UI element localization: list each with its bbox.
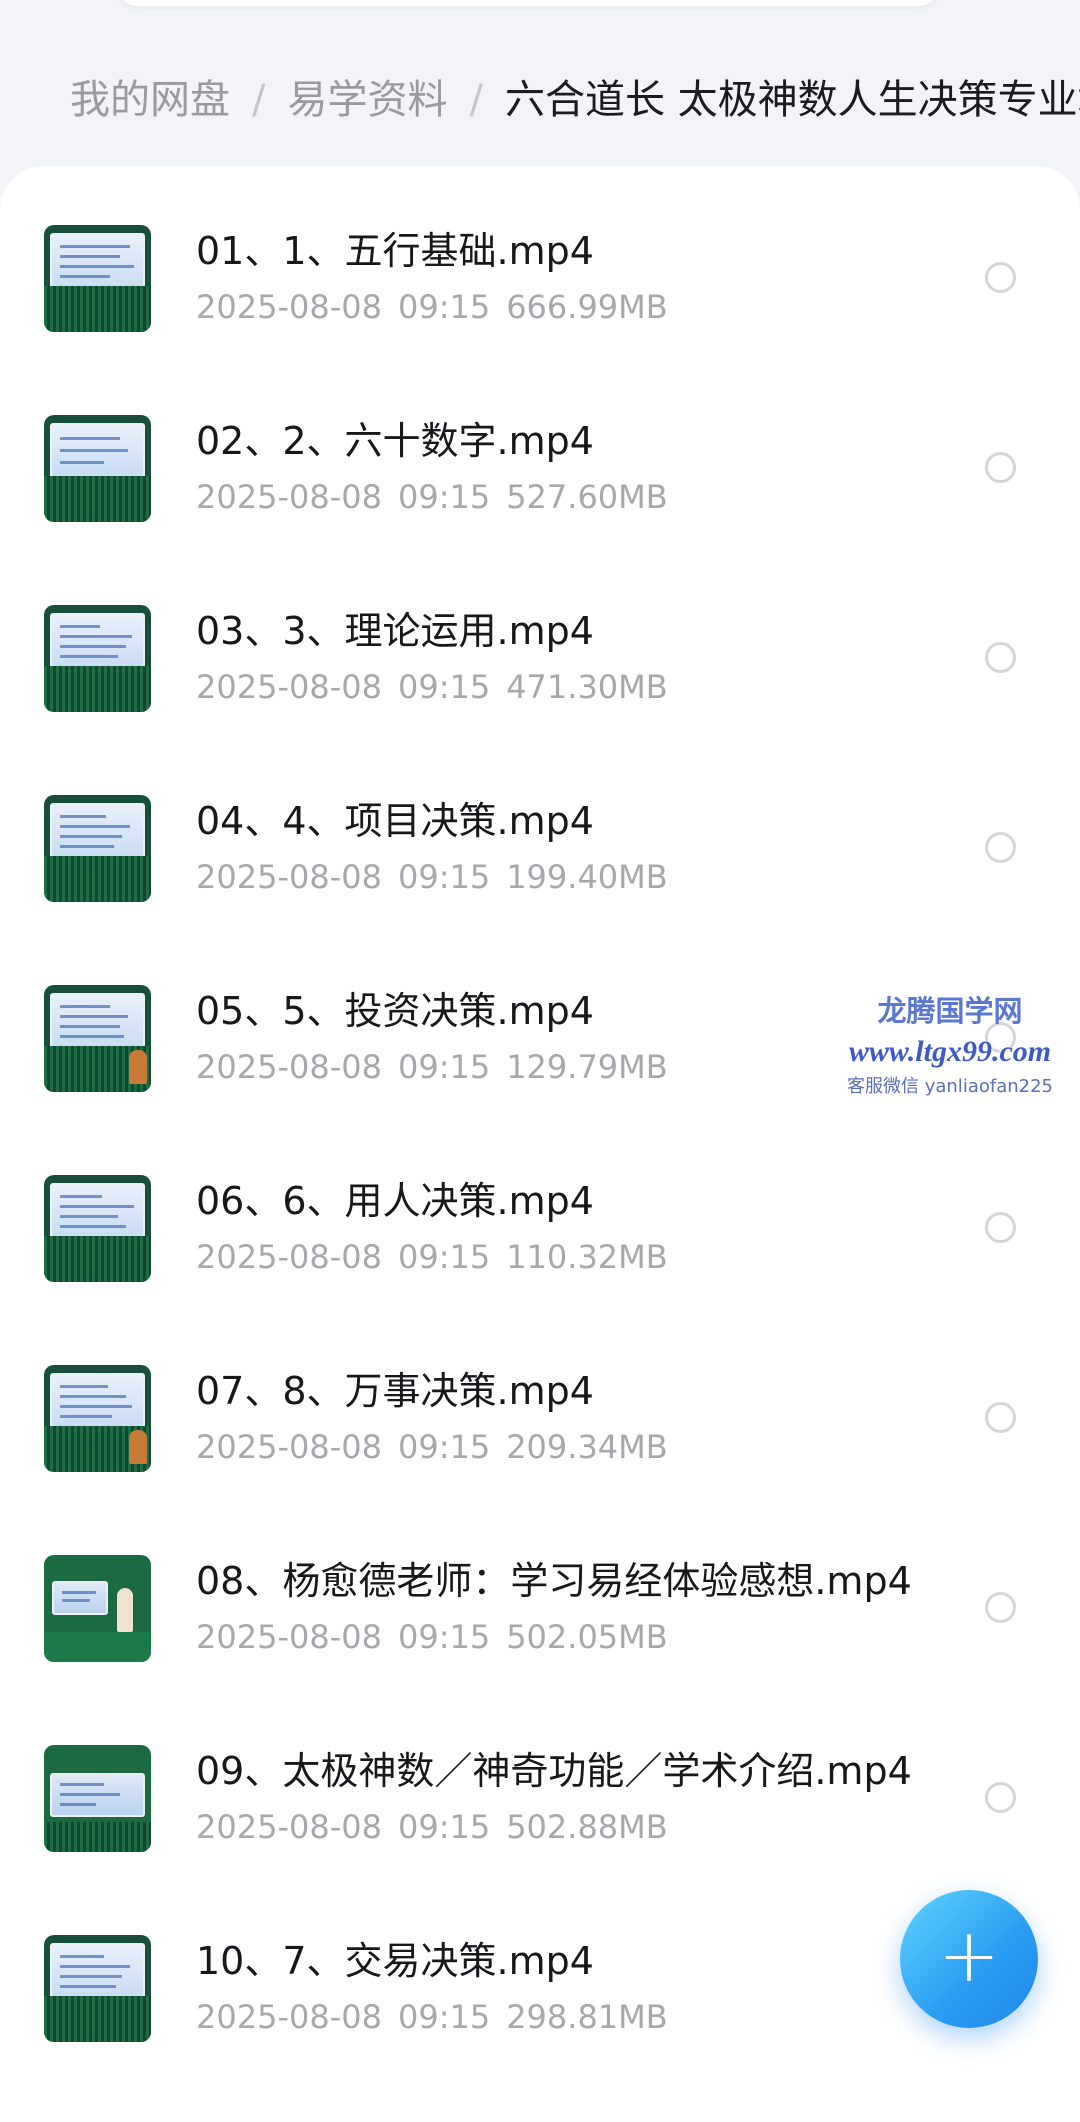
- file-size: 199.40MB: [506, 858, 668, 896]
- video-thumbnail: [44, 225, 151, 332]
- file-name: 08、杨愈德老师：学习易经体验感想.mp4: [196, 1559, 912, 1603]
- file-time: 09:15: [397, 858, 491, 896]
- file-name: 10、7、交易决策.mp4: [196, 1939, 594, 1983]
- file-meta: 2025-08-08 09:15 666.99MB: [196, 287, 684, 327]
- file-name: 02、2、六十数字.mp4: [196, 419, 594, 463]
- file-meta: 2025-08-08 09:15 502.05MB: [196, 1617, 684, 1657]
- list-item[interactable]: 01、1、五行基础.mp4 2025-08-08 09:15 666.99MB: [0, 166, 1080, 356]
- file-size: 502.88MB: [506, 1808, 668, 1846]
- file-meta: 2025-08-08 09:15 298.81MB: [196, 1997, 684, 2037]
- file-date: 2025-08-08: [196, 1428, 382, 1466]
- file-time: 09:15: [397, 1998, 491, 2036]
- breadcrumb-current-folder: 六合道长 太极神数人生决策专业培训: [504, 77, 1080, 123]
- file-size: 527.60MB: [506, 478, 668, 516]
- file-meta: 2025-08-08 09:15 199.40MB: [196, 857, 684, 897]
- select-radio[interactable]: [985, 1212, 1016, 1243]
- file-time: 09:15: [397, 1808, 491, 1846]
- file-size: 471.30MB: [506, 668, 668, 706]
- file-meta: 2025-08-08 09:15 209.34MB: [196, 1427, 684, 1467]
- file-list: 01、1、五行基础.mp4 2025-08-08 09:15 666.99MB 02…: [0, 166, 1080, 2122]
- plus-icon: +: [937, 1913, 1000, 1999]
- select-radio[interactable]: [985, 1782, 1016, 1813]
- watermark-title: 龙腾国学网: [877, 996, 1023, 1028]
- file-meta: 2025-08-08 09:15 502.88MB: [196, 1807, 684, 1847]
- list-item[interactable]: 09、太极神数／神奇功能／学术介绍.mp4 2025-08-08 09:15 502…: [0, 1686, 1080, 1876]
- file-time: 09:15: [397, 1618, 491, 1656]
- watermark: 龙腾国学网 www.ltgx99.com 客服微信 yanliaofan225: [820, 992, 1080, 1102]
- breadcrumb-item-my-drive[interactable]: 我的网盘: [70, 72, 230, 128]
- file-size: 666.99MB: [506, 288, 668, 326]
- breadcrumb-separator: /: [469, 77, 483, 123]
- select-radio[interactable]: [985, 262, 1016, 293]
- watermark-contact: 客服微信 yanliaofan225: [847, 1076, 1053, 1097]
- video-thumbnail: [44, 1935, 151, 2042]
- file-time: 09:15: [397, 1048, 491, 1086]
- list-item[interactable]: 04、4、项目决策.mp4 2025-08-08 09:15 199.40MB: [0, 736, 1080, 926]
- file-size: 298.81MB: [506, 1998, 668, 2036]
- file-name: 09、太极神数／神奇功能／学术介绍.mp4: [196, 1749, 912, 1793]
- file-meta: 2025-08-08 09:15 110.32MB: [196, 1237, 684, 1277]
- list-item[interactable]: 08、杨愈德老师：学习易经体验感想.mp4 2025-08-08 09:15 502…: [0, 1496, 1080, 1686]
- file-meta: 2025-08-08 09:15 129.79MB: [196, 1047, 684, 1087]
- video-thumbnail: [44, 605, 151, 712]
- file-meta: 2025-08-08 09:15 527.60MB: [196, 477, 684, 517]
- select-radio[interactable]: [985, 452, 1016, 483]
- list-item[interactable]: 06、6、用人决策.mp4 2025-08-08 09:15 110.32MB: [0, 1116, 1080, 1306]
- file-date: 2025-08-08: [196, 1808, 382, 1846]
- file-browser-page: 我的网盘 / 易学资料 / 六合道长 太极神数人生决策专业培训 01、1、五行基…: [0, 0, 1080, 2122]
- file-date: 2025-08-08: [196, 668, 382, 706]
- file-date: 2025-08-08: [196, 1048, 382, 1086]
- list-item[interactable]: 02、2、六十数字.mp4 2025-08-08 09:15 527.60MB: [0, 356, 1080, 546]
- file-name: 06、6、用人决策.mp4: [196, 1179, 594, 1223]
- list-item[interactable]: 07、8、万事决策.mp4 2025-08-08 09:15 209.34MB: [0, 1306, 1080, 1496]
- breadcrumb-item-yixue[interactable]: 易学资料: [287, 72, 447, 128]
- file-name: 01、1、五行基础.mp4: [196, 229, 594, 273]
- file-date: 2025-08-08: [196, 1618, 382, 1656]
- file-time: 09:15: [397, 1428, 491, 1466]
- file-time: 09:15: [397, 288, 491, 326]
- file-size: 129.79MB: [506, 1048, 668, 1086]
- video-thumbnail: [44, 1745, 151, 1852]
- watermark-url: www.ltgx99.com: [848, 1035, 1052, 1068]
- list-item[interactable]: 03、3、理论运用.mp4 2025-08-08 09:15 471.30MB: [0, 546, 1080, 736]
- video-thumbnail: [44, 1555, 151, 1662]
- file-size: 209.34MB: [506, 1428, 668, 1466]
- select-radio[interactable]: [985, 832, 1016, 863]
- add-button[interactable]: +: [900, 1890, 1038, 2028]
- search-bar-edge[interactable]: [118, 0, 938, 6]
- select-radio[interactable]: [985, 642, 1016, 673]
- file-name: 04、4、项目决策.mp4: [196, 799, 594, 843]
- file-time: 09:15: [397, 478, 491, 516]
- file-time: 09:15: [397, 1238, 491, 1276]
- breadcrumb-separator: /: [252, 77, 266, 123]
- file-size: 110.32MB: [506, 1238, 668, 1276]
- video-thumbnail: [44, 1365, 151, 1472]
- file-date: 2025-08-08: [196, 478, 382, 516]
- video-thumbnail: [44, 1175, 151, 1282]
- video-thumbnail: [44, 985, 151, 1092]
- video-thumbnail: [44, 795, 151, 902]
- breadcrumb: 我的网盘 / 易学资料 / 六合道长 太极神数人生决策专业培训: [70, 72, 1080, 128]
- file-date: 2025-08-08: [196, 288, 382, 326]
- select-radio[interactable]: [985, 1402, 1016, 1433]
- file-name: 03、3、理论运用.mp4: [196, 609, 594, 653]
- video-thumbnail: [44, 415, 151, 522]
- file-name: 07、8、万事决策.mp4: [196, 1369, 594, 1413]
- file-date: 2025-08-08: [196, 1998, 382, 2036]
- select-radio[interactable]: [985, 1592, 1016, 1623]
- file-time: 09:15: [397, 668, 491, 706]
- file-meta: 2025-08-08 09:15 471.30MB: [196, 667, 684, 707]
- file-date: 2025-08-08: [196, 1238, 382, 1276]
- file-size: 502.05MB: [506, 1618, 668, 1656]
- file-date: 2025-08-08: [196, 858, 382, 896]
